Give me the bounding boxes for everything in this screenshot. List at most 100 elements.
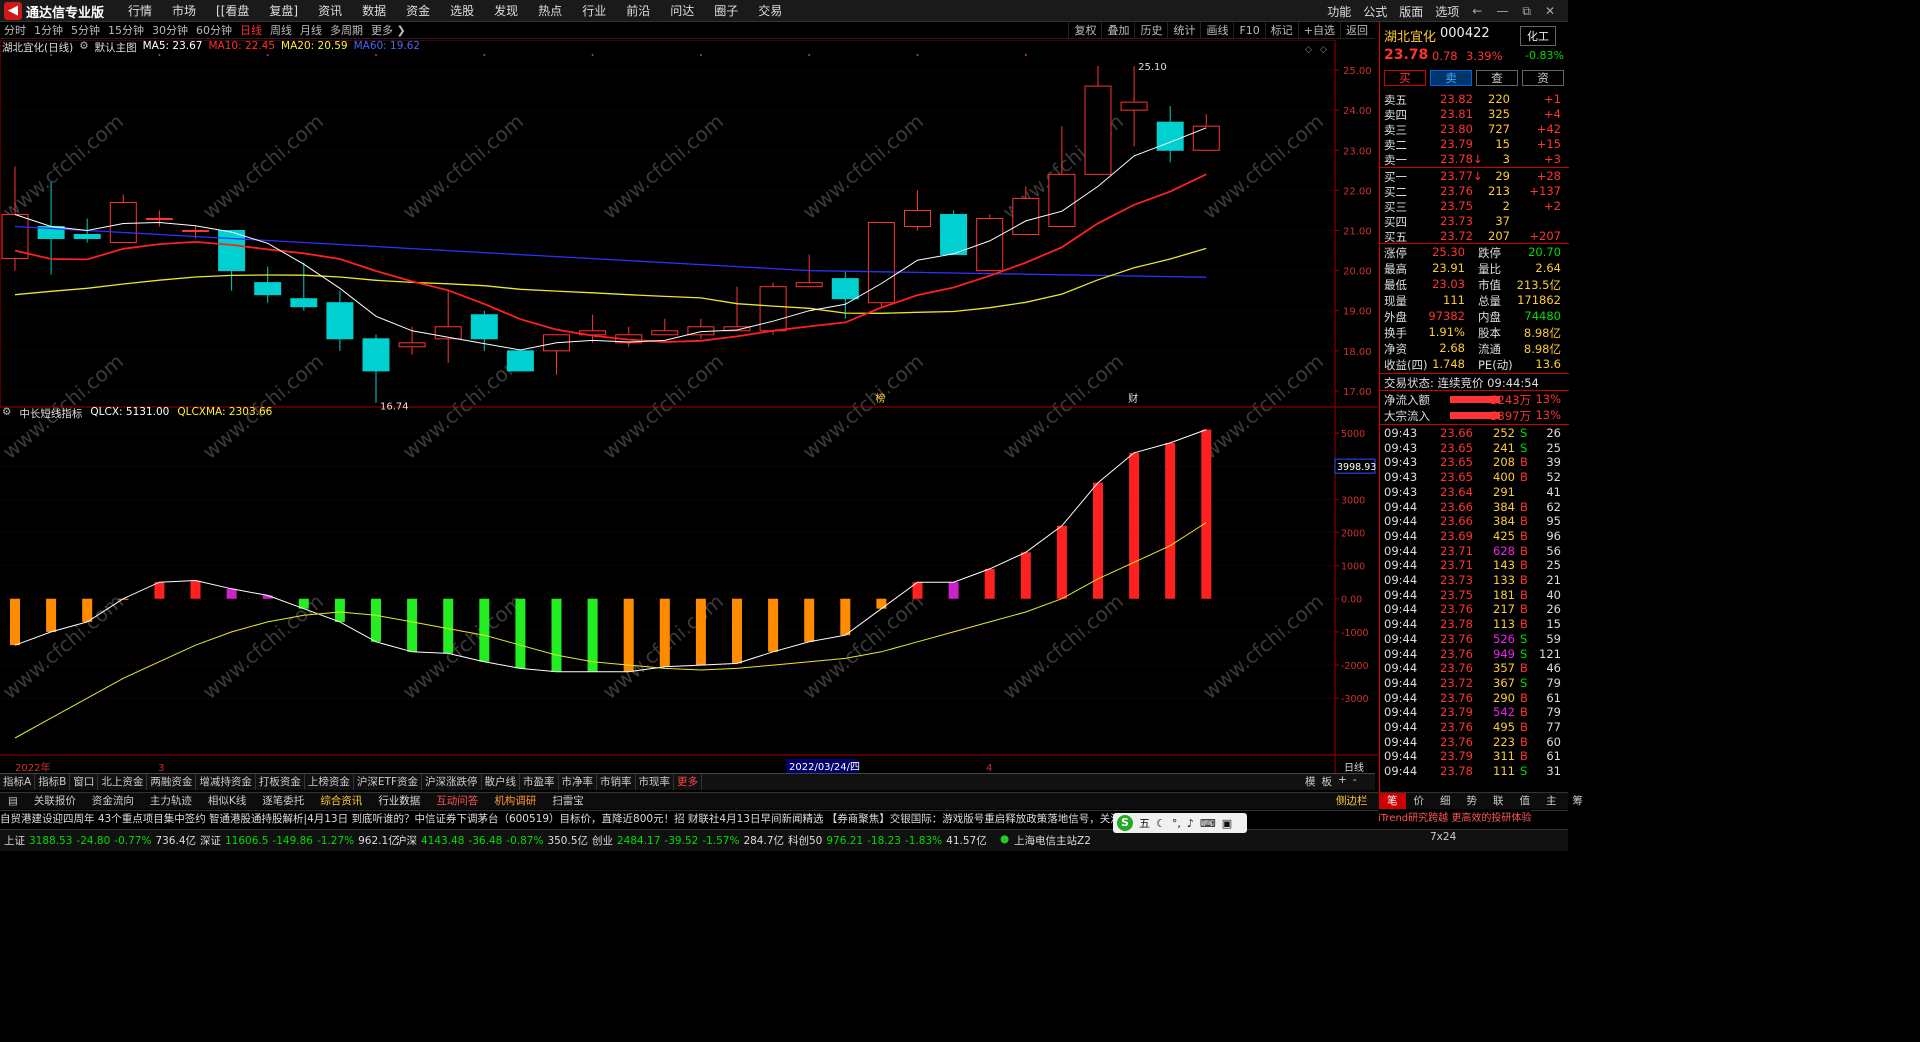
event-dot[interactable] — [591, 54, 594, 56]
tool-button[interactable]: 返回 — [1340, 22, 1373, 39]
candle-body[interactable] — [109, 201, 137, 244]
menu-item[interactable]: 问达 — [660, 0, 704, 22]
indicator-tab[interactable]: 沪深ETF资金 — [354, 774, 422, 790]
indicator-tab[interactable]: 市净率 — [559, 774, 597, 790]
candle-body[interactable] — [290, 298, 318, 308]
tool-button[interactable]: +自选 — [1297, 22, 1340, 39]
legend-main[interactable]: 默认主图 — [95, 40, 137, 54]
tool-button[interactable]: 统计 — [1167, 22, 1200, 39]
event-dot[interactable] — [158, 54, 161, 56]
candle-body[interactable] — [904, 209, 931, 227]
candle-body[interactable] — [1048, 173, 1076, 227]
event-dot[interactable] — [1024, 54, 1027, 56]
period-tab[interactable]: 5分钟 — [67, 22, 104, 39]
tool-button[interactable]: 标记 — [1264, 22, 1298, 39]
info-tab[interactable]: 相似K线 — [200, 793, 254, 809]
event-dot[interactable] — [483, 54, 486, 56]
indicator-tab[interactable]: 市现率 — [636, 774, 674, 790]
period-tab[interactable]: 月线 — [296, 22, 326, 39]
menu-item[interactable]: 圈子 — [704, 0, 748, 22]
bar-handle-icon[interactable]: ▤ — [0, 793, 26, 809]
info-tab[interactable]: 行业数据 — [370, 793, 428, 809]
news-ticker[interactable]: 自贸港建设迎四周年 43个重点项目集中签约 智通港股通持股解析|4月13日 到底… — [0, 810, 1568, 828]
candle-body[interactable] — [254, 282, 282, 296]
menu-item[interactable]: 市场 — [162, 0, 206, 22]
candle-body[interactable] — [1120, 101, 1148, 111]
indicator-tab[interactable]: 指标B — [35, 774, 71, 790]
info-tab[interactable]: 机构调研 — [486, 793, 544, 809]
industry-badge[interactable]: 化工 — [1520, 26, 1556, 46]
menu-item[interactable]: 前沿 — [616, 0, 660, 22]
server-name[interactable]: 上海电信主站Z2 — [1014, 833, 1091, 848]
tool-button[interactable]: F10 — [1233, 22, 1264, 39]
gear-icon[interactable]: ⚙ — [79, 40, 88, 54]
indicator-tab[interactable]: 北上资金 — [98, 774, 148, 790]
menu-item[interactable]: 行情 — [118, 0, 162, 22]
zoom-out-button[interactable]: - — [1353, 774, 1357, 790]
quote-tab[interactable]: 主 — [1538, 793, 1565, 809]
event-dot[interactable] — [266, 54, 269, 56]
gear-icon[interactable]: ⚙ — [2, 406, 11, 420]
indicator-tab[interactable]: 打板资金 — [256, 774, 305, 790]
funds-button[interactable]: 资 — [1522, 70, 1564, 86]
candle-body[interactable] — [182, 230, 209, 232]
quote-tab[interactable]: 细 — [1432, 793, 1459, 809]
menu-item[interactable]: 行业 — [572, 0, 616, 22]
event-dot[interactable] — [375, 54, 377, 56]
info-tab[interactable]: 综合资讯 — [312, 793, 370, 809]
tool-button[interactable]: 叠加 — [1101, 22, 1134, 39]
info-tab[interactable]: 主力轨迹 — [142, 793, 200, 809]
index-quote[interactable]: 沪深 4143.48 -36.48 -0.87% 350.5亿 — [396, 833, 588, 848]
quote-tab[interactable]: 值 — [1512, 793, 1539, 809]
info-tab[interactable]: 互动问答 — [428, 793, 486, 809]
info-tab[interactable]: 逐笔委托 — [254, 793, 312, 809]
diamond-icon[interactable]: ◇ — [1320, 45, 1327, 55]
query-button[interactable]: 查 — [1476, 70, 1518, 86]
indicator-tab[interactable]: 散户线 — [482, 774, 520, 790]
minimize-icon[interactable]: — — [1489, 4, 1515, 18]
restore-icon[interactable]: ⧉ — [1515, 4, 1538, 19]
candle-body[interactable] — [867, 221, 895, 304]
index-quote[interactable]: 上证 3188.53 -24.80 -0.77% 736.4亿 — [4, 833, 196, 848]
info-tab[interactable]: 资金流向 — [84, 793, 142, 809]
indicator-tab[interactable]: 窗口 — [70, 774, 99, 790]
indicator-tab[interactable]: 两融资金 — [147, 774, 197, 790]
menu-item[interactable]: 资讯 — [308, 0, 352, 22]
period-tab[interactable]: 更多 ❯ — [367, 22, 410, 39]
tool-button[interactable]: 历史 — [1134, 22, 1167, 39]
quote-tab[interactable]: 筹 — [1565, 793, 1592, 809]
menu-item[interactable]: 复盘] — [259, 0, 308, 22]
tool-button[interactable]: 复权 — [1068, 22, 1101, 39]
index-quote[interactable]: 深证 11606.5 -149.86 -1.27% 962.1亿 — [200, 833, 399, 848]
event-dot[interactable] — [699, 54, 702, 56]
back-icon[interactable]: ← — [1465, 4, 1489, 18]
menu-item[interactable]: [[看盘 — [206, 0, 259, 22]
indicator-tab[interactable]: 市销率 — [597, 774, 636, 790]
candle-body[interactable] — [1012, 197, 1040, 236]
indicator-tab[interactable]: 沪深涨跌停 — [422, 774, 482, 790]
candle-body[interactable] — [940, 213, 968, 256]
candle-body[interactable] — [326, 302, 354, 340]
event-dot[interactable] — [808, 54, 811, 56]
info-tab[interactable]: 关联报价 — [26, 793, 84, 809]
template-mode[interactable]: 模 — [1305, 774, 1316, 790]
candle-body[interactable] — [218, 230, 246, 272]
indicator-tab[interactable]: 增减持资金 — [196, 774, 256, 790]
candle-body[interactable] — [362, 338, 390, 372]
ime-toolbar[interactable]: S 五 ☾ °, ♪ ⌨ ▣ — [1113, 813, 1247, 833]
period-tab[interactable]: 日线 — [236, 22, 266, 39]
menu-item[interactable]: 资金 — [396, 0, 440, 22]
indicator-tab[interactable]: 市盈率 — [520, 774, 559, 790]
candle-body[interactable] — [759, 286, 787, 332]
menu-function[interactable]: 功能 — [1321, 3, 1357, 20]
menu-item[interactable]: 数据 — [352, 0, 396, 22]
candle-body[interactable] — [1084, 85, 1112, 175]
menu-item[interactable]: 交易 — [748, 0, 792, 22]
menu-options[interactable]: 选项 — [1429, 3, 1465, 20]
zoom-in-button[interactable]: + — [1338, 774, 1347, 790]
event-dot[interactable] — [50, 54, 53, 56]
quote-tab[interactable]: 笔 — [1379, 793, 1406, 809]
info-tab[interactable]: 扫雷宝 — [544, 793, 592, 809]
quote-tab[interactable]: 价 — [1406, 793, 1433, 809]
candle-body[interactable] — [470, 314, 498, 340]
